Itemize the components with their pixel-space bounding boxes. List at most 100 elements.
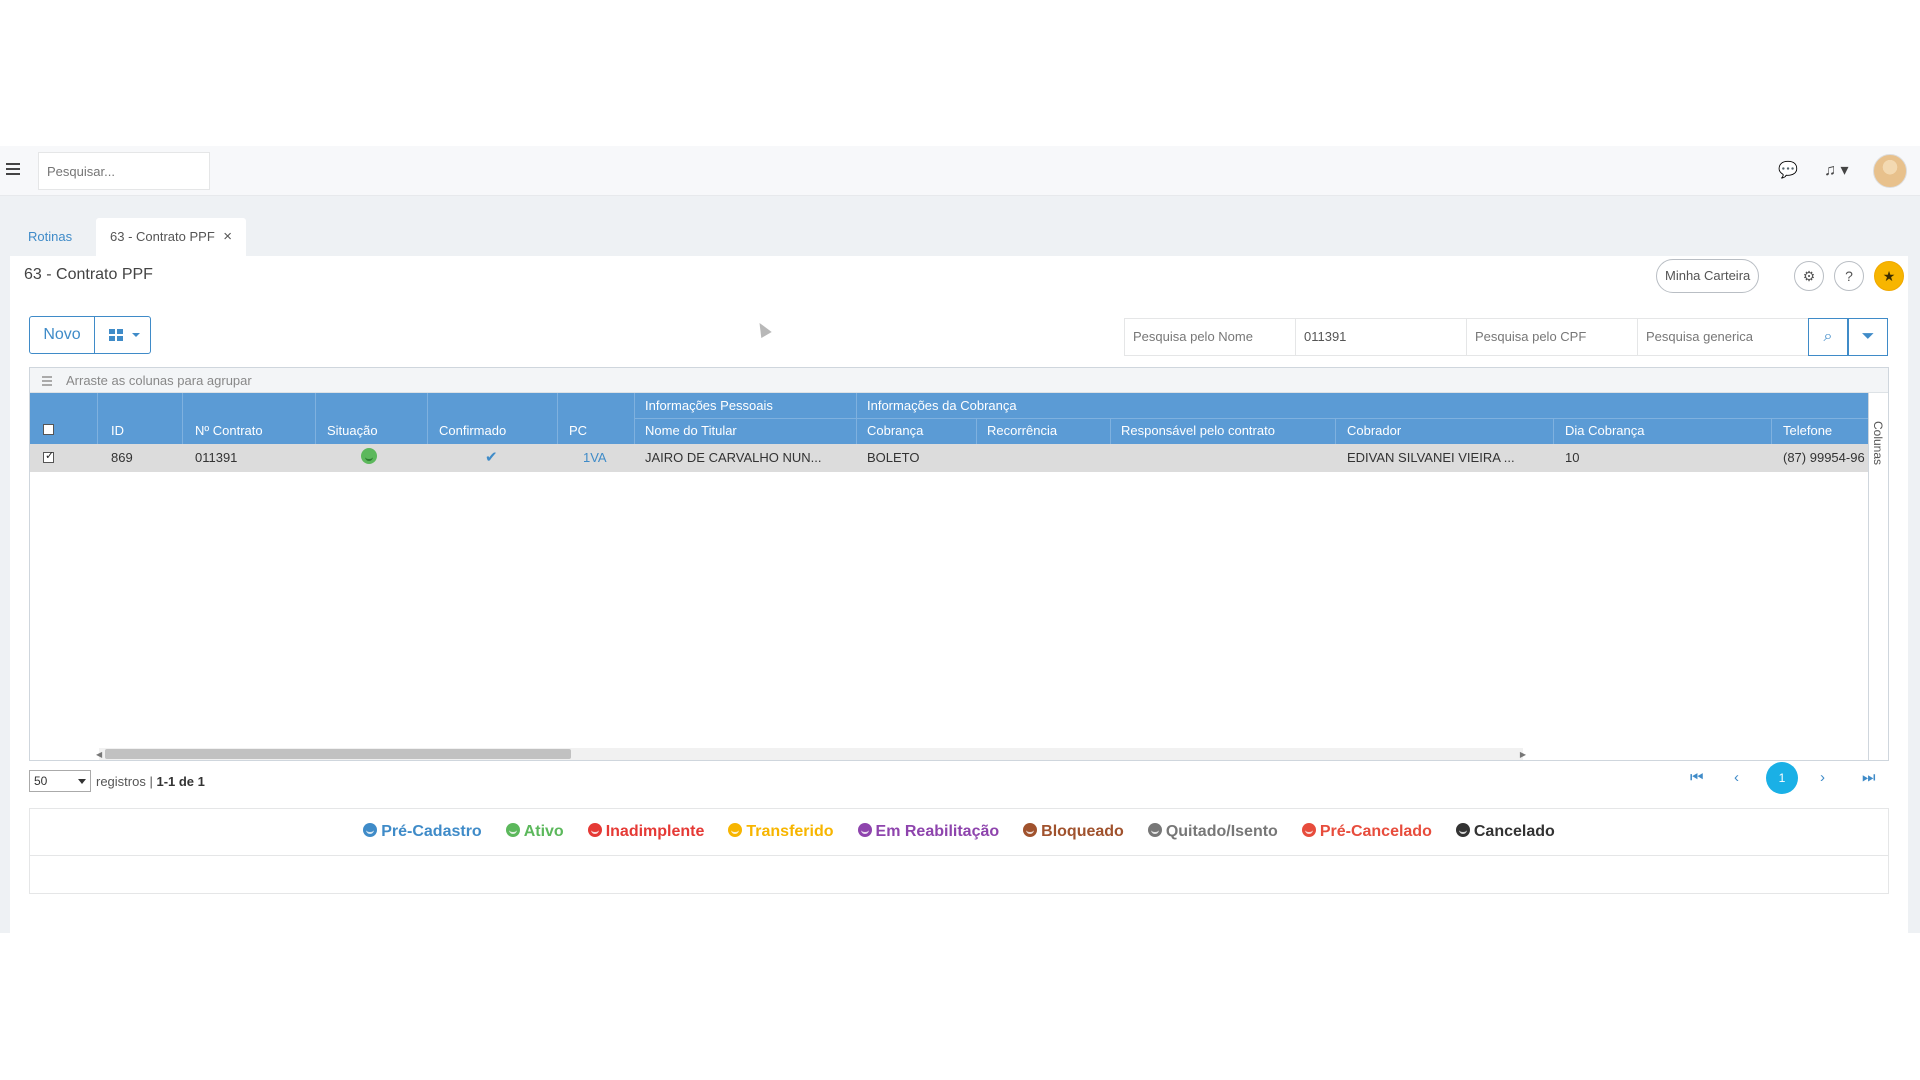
nome-search-field[interactable]: Pesquisa pelo Nome	[1124, 318, 1296, 356]
minha-carteira-button[interactable]: Minha Carteira	[1656, 259, 1760, 293]
top-navbar	[0, 146, 1920, 196]
status-face-icon	[1455, 823, 1470, 837]
records-range: 1-1 de 1	[156, 774, 205, 789]
gear-icon[interactable]: ⚙	[1794, 261, 1824, 291]
legend-item: Bloqueado	[1023, 823, 1124, 841]
legend-item: Inadimplente	[587, 823, 705, 841]
records-label: registros |	[96, 774, 153, 789]
col-header-pc[interactable]: PC	[569, 423, 587, 438]
col-header-dia-cobranca[interactable]: Dia Cobrança	[1565, 423, 1645, 438]
status-active-icon	[361, 448, 377, 464]
group-icon	[42, 376, 52, 386]
scroll-right-icon[interactable]: ▶	[1520, 750, 1526, 759]
cell-id: 869	[111, 450, 133, 465]
status-face-icon	[363, 823, 378, 837]
divider	[30, 855, 1888, 856]
col-header-recorrencia[interactable]: Recorrência	[987, 423, 1057, 438]
col-header-telefone[interactable]: Telefone	[1783, 423, 1832, 438]
col-header-cobranca[interactable]: Cobrança	[867, 423, 923, 438]
next-page-icon[interactable]: ›	[1820, 769, 1825, 786]
legend-item: Ativo	[505, 823, 564, 841]
col-header-situacao[interactable]: Situação	[327, 423, 378, 438]
legend-item: Cancelado	[1455, 823, 1555, 841]
bottom-blank-area	[0, 933, 1920, 1080]
cell-contrato: 011391	[195, 450, 238, 465]
row-checkbox[interactable]	[43, 449, 54, 463]
legend-item: Pré-Cancelado	[1301, 823, 1432, 841]
col-header-confirmado[interactable]: Confirmado	[439, 423, 506, 438]
filter-icon[interactable]: ⏷	[1848, 318, 1888, 356]
group-bar: Arraste as colunas para agrupar	[30, 368, 1888, 393]
legend-item: Em Reabilitação	[857, 823, 1000, 841]
cell-pc-link[interactable]: 1VA	[583, 444, 623, 472]
cell-responsavel	[1121, 444, 1321, 472]
tab-contrato-ppf[interactable]: 63 - Contrato PPF ×	[96, 218, 246, 256]
col-header-cobrador[interactable]: Cobrador	[1347, 423, 1401, 438]
view-mode-dropdown[interactable]	[94, 316, 151, 354]
avatar[interactable]	[1873, 154, 1907, 188]
legend-item: Pré-Cadastro	[363, 823, 482, 841]
select-all-checkbox[interactable]	[43, 424, 54, 435]
col-header-id[interactable]: ID	[111, 423, 124, 438]
tab-rotinas[interactable]: Rotinas	[14, 218, 86, 256]
legend-label: Pré-Cadastro	[381, 823, 482, 840]
page-size-select[interactable]: 50	[29, 770, 91, 792]
scrollbar-thumb[interactable]	[105, 749, 571, 759]
close-icon[interactable]: ×	[223, 218, 232, 256]
novo-button[interactable]: Novo	[29, 316, 95, 354]
data-grid: Arraste as colunas para agrupar Informaç…	[29, 367, 1889, 761]
status-legend: Pré-Cadastro Ativo Inadimplente Transferido…	[29, 808, 1889, 894]
cell-telefone: (87) 99954-96	[1783, 450, 1865, 465]
cell-cobranca: BOLETO	[867, 450, 920, 465]
group-bar-label: Arraste as colunas para agrupar	[66, 373, 252, 388]
table-row[interactable]: 869 011391 ✔ 1VA JAIRO DE CARVALHO NUN..…	[30, 444, 1868, 472]
legend-row: Pré-Cadastro Ativo Inadimplente Transferido…	[30, 823, 1888, 841]
status-face-icon	[505, 823, 520, 837]
status-face-icon	[1301, 823, 1316, 837]
page-1-button[interactable]: 1	[1766, 762, 1798, 794]
records-info: registros | 1-1 de 1	[96, 774, 205, 789]
page-title: 63 - Contrato PPF	[24, 266, 153, 283]
grid-header: Informações Pessoais Informações da Cobr…	[30, 393, 1868, 444]
check-icon: ✔	[485, 449, 498, 466]
legend-label: Ativo	[523, 823, 564, 840]
legend-item: Transferido	[728, 823, 834, 841]
star-icon[interactable]: ★	[1874, 261, 1904, 291]
legend-label: Quitado/Isento	[1165, 823, 1278, 840]
columns-panel-toggle[interactable]: Colunas	[1868, 393, 1888, 760]
cell-dia-cobranca: 10	[1565, 450, 1580, 465]
group-header-cobranca: Informações da Cobrança	[867, 398, 1017, 413]
cell-recorrencia	[987, 444, 1097, 472]
col-header-titular[interactable]: Nome do Titular	[645, 423, 737, 438]
first-page-icon[interactable]: ⏮	[1690, 769, 1704, 786]
legend-label: Em Reabilitação	[875, 823, 1000, 840]
tab-label: 63 - Contrato PPF	[110, 229, 215, 244]
scroll-left-icon[interactable]: ◀	[96, 750, 102, 759]
grid-icon	[109, 329, 123, 341]
menu-icon[interactable]	[6, 163, 20, 177]
status-face-icon	[1023, 823, 1038, 837]
help-icon[interactable]: ?	[1834, 261, 1864, 291]
music-icon[interactable]: ♫ ▾	[1824, 160, 1848, 180]
legend-item: Quitado/Isento	[1147, 823, 1278, 841]
status-face-icon	[587, 823, 602, 837]
legend-label: Inadimplente	[605, 823, 705, 840]
group-header-pessoais: Informações Pessoais	[645, 398, 773, 413]
chevron-down-icon	[132, 333, 140, 337]
columns-label: Colunas	[1871, 421, 1885, 466]
col-header-contrato[interactable]: Nº Contrato	[195, 423, 263, 438]
col-header-responsavel[interactable]: Responsável pelo contrato	[1121, 423, 1275, 438]
status-face-icon	[857, 823, 872, 837]
page-size-value: 50	[34, 774, 48, 788]
search-icon[interactable]: ⌕	[1808, 318, 1848, 356]
cpf-search-field[interactable]: Pesquisa pelo CPF	[1466, 318, 1638, 356]
chat-icon[interactable]: 💬	[1778, 160, 1798, 180]
contrato-search-field[interactable]: 011391	[1295, 318, 1467, 356]
cell-titular: JAIRO DE CARVALHO NUN...	[645, 450, 822, 465]
generic-search-field[interactable]: Pesquisa generica	[1637, 318, 1809, 356]
last-page-icon[interactable]: ⏭	[1862, 769, 1876, 786]
prev-page-icon[interactable]: ‹	[1734, 769, 1739, 786]
search-input[interactable]	[38, 152, 210, 190]
horizontal-scrollbar[interactable]: ◀ ▶	[96, 748, 1526, 760]
cell-cobrador: EDIVAN SILVANEI VIEIRA ...	[1347, 450, 1515, 465]
